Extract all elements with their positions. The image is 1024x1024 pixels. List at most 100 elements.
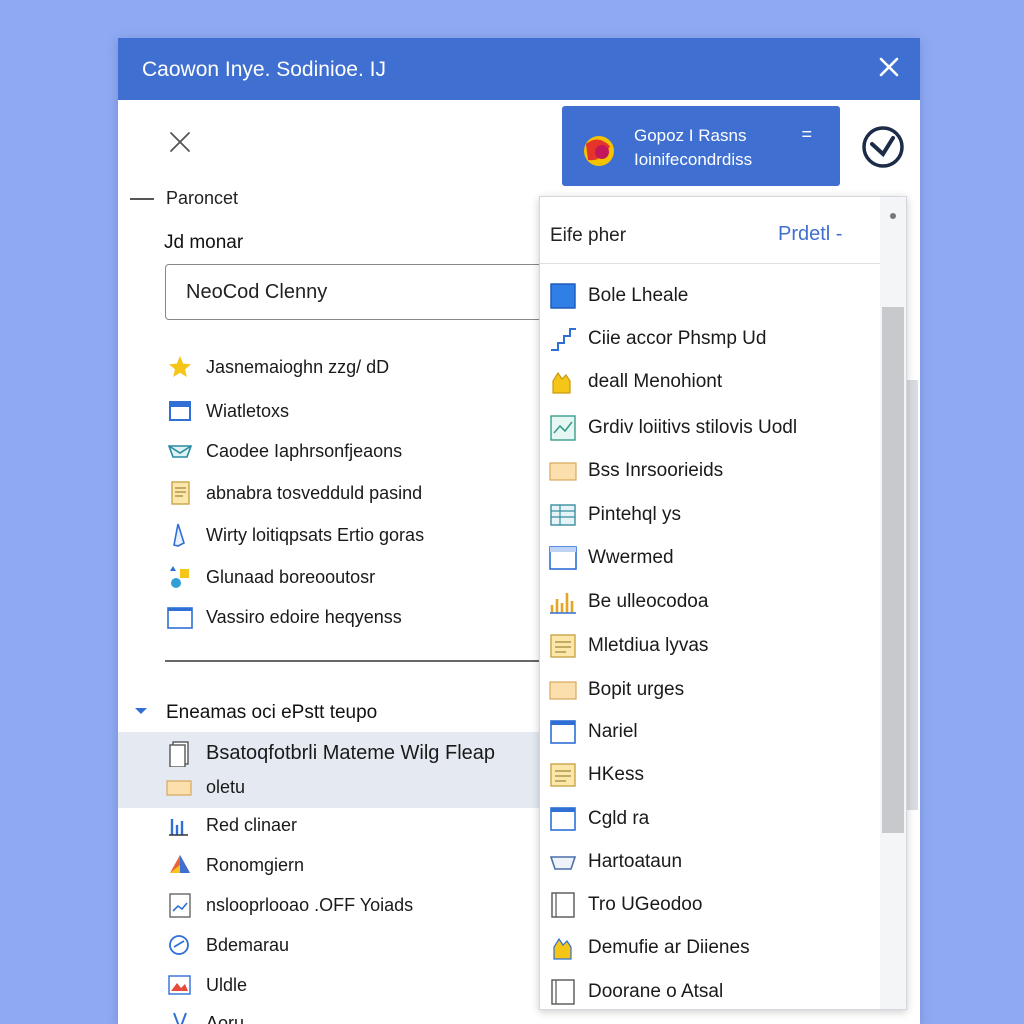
window-icon xyxy=(169,401,191,421)
list-item[interactable]: Glunaad boreooutosr xyxy=(166,562,375,592)
dropdown-item-label: Cgld ra xyxy=(588,808,650,829)
dropdown-scrollbar-thumb[interactable] xyxy=(882,307,904,833)
list-item[interactable]: Ronomgiern xyxy=(166,850,304,880)
list-item[interactable]: Uldle xyxy=(166,970,247,1000)
list-item[interactable]: Wirty loitiqpsats Ertio goras xyxy=(166,520,424,550)
square-blue-icon xyxy=(550,283,576,309)
dialog-window: Caowon Inye. Sodinioe. IJ Gopoz I Rasns … xyxy=(118,38,920,1024)
close-icon[interactable] xyxy=(876,54,902,80)
list-item-label: oletu xyxy=(206,776,246,797)
list-item[interactable]: oletu xyxy=(166,772,245,802)
name-input[interactable] xyxy=(165,264,565,320)
list-item[interactable]: Vassiro edoire heqyenss xyxy=(166,602,402,632)
dropdown-item-label: Doorane o Atsal xyxy=(588,981,724,1002)
dismiss-icon[interactable] xyxy=(166,128,194,156)
dropdown-item[interactable]: Bss Inrsoorieids xyxy=(548,456,723,486)
dropdown-item[interactable]: Mletdiua lyvas xyxy=(548,631,708,661)
list-item-label: Uldle xyxy=(206,974,248,995)
dropdown-item[interactable]: Grdiv loiitivs stilovis Uodl xyxy=(548,413,797,443)
section-collapse-dash[interactable] xyxy=(130,198,154,200)
dropdown-item[interactable]: Nariel xyxy=(548,717,638,747)
dialog-scrollbar[interactable] xyxy=(906,380,918,810)
scroll-up-arrow[interactable] xyxy=(890,213,896,219)
dropdown-item-label: Mletdiua lyvas xyxy=(588,635,709,656)
dropdown-item[interactable]: Bopit urges xyxy=(548,675,684,705)
window-icon xyxy=(167,607,193,629)
list-item-label: Bdemarau xyxy=(206,934,290,955)
chart-doc-icon xyxy=(550,415,576,441)
dropdown-item[interactable]: Pintehql ys xyxy=(548,500,681,530)
list-item-label: Glunaad boreooutosr xyxy=(206,566,376,587)
dropdown-item[interactable]: Hartoataun xyxy=(548,847,682,877)
list-item[interactable]: Aoru xyxy=(166,1008,244,1024)
note-icon xyxy=(550,763,576,787)
list-item-label: Aoru xyxy=(206,1012,245,1024)
dropdown-item-label: Nariel xyxy=(588,721,638,742)
list-item[interactable]: Wiatletoxs xyxy=(166,396,289,426)
dropdown-item[interactable]: HKess xyxy=(548,760,644,790)
shapes-icon xyxy=(170,566,189,588)
dropdown-action-link[interactable]: Prdetl - xyxy=(778,223,842,246)
dropdown-item[interactable]: Doorane o Atsal xyxy=(548,977,723,1007)
dropdown-item-label: Ciie accor Phsmp Ud xyxy=(588,328,767,349)
list-item[interactable]: Jasnemaioghn zzg/ dD xyxy=(166,352,389,382)
chevron-down-icon[interactable] xyxy=(132,702,150,720)
list-item-selected[interactable]: Bsatoqfotbrli Mateme Wilg Fleap xyxy=(166,738,495,768)
field-label: Jd monar xyxy=(164,232,244,253)
dropdown-item-label: Be ulleocodoa xyxy=(588,591,709,612)
account-card[interactable]: Gopoz I Rasns Ioinifecondrdiss = xyxy=(562,106,840,186)
timer-icon[interactable] xyxy=(860,124,906,170)
dropdown-item-label: Bopit urges xyxy=(588,679,685,700)
window-icon xyxy=(549,546,577,570)
envelope-icon xyxy=(167,445,193,458)
list-item-label: nslooprlooao .OFF Yoiads xyxy=(206,894,414,915)
list-item[interactable]: Red clinaer xyxy=(166,810,297,840)
dropdown-title: Eife pher xyxy=(550,225,627,246)
list-item-label: Bsatoqfotbrli Mateme Wilg Fleap xyxy=(206,741,496,764)
dropdown-item[interactable]: Bole Lheale xyxy=(548,281,688,311)
document-icon xyxy=(551,892,575,918)
app-logo-icon xyxy=(584,136,614,166)
list-item-label: Caodee Iaphrsonfjeaons xyxy=(206,440,403,461)
dropdown-item[interactable]: Demufie ar Diienes xyxy=(548,933,750,963)
dropdown-item[interactable]: Be ulleocodoa xyxy=(548,587,708,617)
list-item[interactable]: Caodee Iaphrsonfjeaons xyxy=(166,436,402,466)
list-item[interactable]: nslooprlooao .OFF Yoiads xyxy=(166,890,413,920)
envelope-icon xyxy=(549,856,577,870)
link-icon xyxy=(169,935,189,955)
dropdown-item-label: deall Menohiont xyxy=(588,371,723,392)
chart-doc-icon xyxy=(169,893,191,918)
list-item-label: Wirty loitiqpsats Ertio goras xyxy=(206,524,425,545)
dropdown-item[interactable]: Wwermed xyxy=(548,543,674,573)
dropdown-item[interactable]: deall Menohiont xyxy=(548,367,722,397)
list-item-label: Vassiro edoire heqyenss xyxy=(206,606,402,627)
dropdown-item-label: Hartoataun xyxy=(588,851,683,872)
star-icon xyxy=(169,356,191,377)
list-item[interactable]: abnabra tosvedduld pasind xyxy=(166,478,422,508)
document-icon xyxy=(169,741,189,767)
list-item-label: Red clinaer xyxy=(206,814,298,835)
list-item[interactable]: Bdemarau xyxy=(166,930,289,960)
dropdown-item-label: Tro UGeodoo xyxy=(588,894,703,915)
dropdown-item[interactable]: Tro UGeodoo xyxy=(548,890,702,920)
folder-icon xyxy=(549,681,577,700)
table-icon xyxy=(550,504,576,526)
note-icon xyxy=(171,481,190,505)
dropdown-item-label: Grdiv loiitivs stilovis Uodl xyxy=(588,417,798,438)
account-detail: Ioinifecondrdiss xyxy=(634,150,753,169)
section-title: Paroncet xyxy=(166,188,239,208)
account-menu-icon[interactable]: = xyxy=(801,124,812,145)
note-icon xyxy=(550,634,576,658)
pen-icon xyxy=(173,1012,187,1024)
dropdown-item-label: Pintehql ys xyxy=(588,504,681,525)
pen-icon xyxy=(173,523,185,547)
dropdown-divider xyxy=(540,263,880,264)
dropdown-item[interactable]: Cgld ra xyxy=(548,804,649,834)
list-item-label: Jasnemaioghn zzg/ dD xyxy=(206,356,390,377)
dropdown-item[interactable]: Ciie accor Phsmp Ud xyxy=(548,324,766,354)
folder-icon xyxy=(166,780,192,796)
list-item-label: Ronomgiern xyxy=(206,854,305,875)
document-icon xyxy=(551,979,575,1005)
dropdown-item-label: Wwermed xyxy=(588,547,674,568)
stairs-icon xyxy=(551,328,576,351)
